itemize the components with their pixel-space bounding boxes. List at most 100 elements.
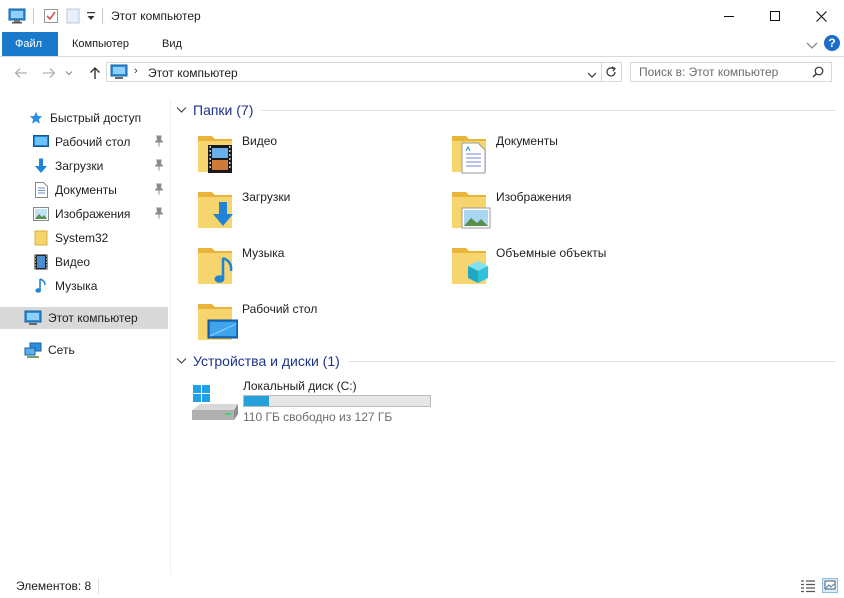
film-icon	[33, 254, 49, 270]
desktop-folder-icon	[198, 300, 239, 344]
folder-label: Документы	[496, 134, 558, 148]
divider	[102, 8, 103, 24]
desktop-icon	[33, 134, 49, 150]
nav-item-this-pc[interactable]: Этот компьютер	[0, 307, 168, 329]
download-arrow-icon	[33, 158, 49, 174]
divider	[261, 109, 836, 111]
ribbon: Файл Компьютер Вид ?	[0, 32, 844, 57]
drive-c[interactable]: Локальный диск (C:) 110 ГБ свободно из 1…	[190, 376, 440, 428]
large-icons-view-icon[interactable]	[822, 578, 838, 593]
nav-label: Быстрый доступ	[50, 111, 142, 125]
nav-item-music[interactable]: Музыка	[0, 275, 168, 297]
pin-icon[interactable]	[154, 135, 164, 150]
folder-label: Объемные объекты	[496, 246, 607, 260]
maximize-button[interactable]	[752, 0, 798, 32]
3d-objects-folder-icon	[452, 244, 492, 288]
group-title: Папки (7)	[193, 102, 254, 118]
customize-toolbar-icon[interactable]	[86, 10, 96, 25]
recent-locations-button[interactable]	[62, 64, 76, 82]
nav-label: Загрузки	[55, 159, 104, 173]
search-box[interactable]	[630, 62, 832, 82]
nav-item-desktop[interactable]: Рабочий стол	[0, 131, 168, 153]
help-icon[interactable]: ?	[824, 35, 840, 51]
computer-icon	[110, 64, 128, 83]
window-title: Этот компьютер	[111, 9, 201, 23]
nav-label: Сеть	[48, 343, 75, 357]
folder-downloads[interactable]: Загрузки	[198, 186, 448, 238]
drive-free-space: 110 ГБ свободно из 127 ГБ	[243, 410, 393, 424]
music-folder-icon	[198, 244, 238, 288]
refresh-button[interactable]	[600, 62, 622, 82]
breadcrumb[interactable]: Этот компьютер	[148, 66, 238, 80]
nav-item-network[interactable]: Сеть	[0, 339, 168, 361]
tab-file[interactable]: Файл	[2, 32, 58, 56]
nav-item-downloads[interactable]: Загрузки	[0, 155, 168, 177]
folder-desktop[interactable]: Рабочий стол	[198, 298, 448, 350]
divider	[347, 360, 836, 362]
nav-label: Изображения	[55, 207, 131, 221]
folder-label: Загрузки	[242, 190, 291, 204]
downloads-folder-icon	[198, 188, 238, 232]
nav-label: System32	[55, 231, 109, 245]
close-button[interactable]	[798, 0, 844, 32]
address-bar[interactable]: › Этот компьютер	[106, 62, 602, 82]
documents-folder-icon	[452, 132, 492, 176]
nav-label: Музыка	[55, 279, 98, 293]
nav-item-videos[interactable]: Видео	[0, 251, 168, 273]
chevron-down-icon[interactable]	[176, 106, 187, 114]
nav-item-pictures[interactable]: Изображения	[0, 203, 168, 225]
network-icon	[24, 342, 42, 358]
video-folder-icon	[198, 132, 238, 176]
devices-group-header[interactable]: Устройства и диски (1)	[176, 352, 836, 370]
tab-computer[interactable]: Компьютер	[58, 32, 143, 56]
expand-ribbon-icon[interactable]	[806, 39, 818, 53]
minimize-button[interactable]	[706, 0, 752, 32]
folder-label: Рабочий стол	[242, 302, 318, 316]
folder-label: Видео	[242, 134, 278, 148]
pin-icon[interactable]	[154, 183, 164, 198]
star-icon	[28, 110, 44, 126]
computer-icon[interactable]	[8, 8, 26, 27]
folders-group-header[interactable]: Папки (7)	[176, 101, 836, 119]
picture-icon	[33, 206, 49, 222]
music-note-icon	[33, 278, 49, 294]
pin-icon[interactable]	[154, 159, 164, 174]
computer-icon	[24, 310, 42, 326]
drive-label: Локальный диск (C:)	[243, 379, 357, 393]
folder-documents[interactable]: Документы	[452, 130, 702, 182]
drive-usage-fill	[244, 396, 269, 406]
status-bar: Элементов: 8	[0, 574, 844, 598]
folder-label: Изображения	[496, 190, 572, 204]
back-button[interactable]	[10, 64, 32, 82]
tab-view[interactable]: Вид	[148, 32, 196, 56]
up-button[interactable]	[84, 64, 106, 82]
nav-item-documents[interactable]: Документы	[0, 179, 168, 201]
navigation-pane: Быстрый доступ Рабочий стол Загрузки Док…	[0, 100, 171, 574]
folder-icon	[33, 230, 49, 246]
chevron-right-icon[interactable]: ›	[134, 65, 138, 77]
title-bar: Этот компьютер	[0, 0, 844, 32]
divider	[98, 578, 99, 594]
drive-usage-bar	[243, 395, 431, 407]
nav-label: Видео	[55, 255, 91, 269]
folder-videos[interactable]: Видео	[198, 130, 448, 182]
nav-quick-access[interactable]: Быстрый доступ	[0, 107, 168, 129]
search-icon[interactable]	[812, 66, 824, 81]
folder-pictures[interactable]: Изображения	[452, 186, 702, 238]
folder-label: Музыка	[242, 246, 285, 260]
nav-label: Документы	[55, 183, 117, 197]
forward-button[interactable]	[38, 64, 60, 82]
properties-icon[interactable]	[43, 8, 59, 27]
details-view-icon[interactable]	[800, 579, 816, 596]
chevron-down-icon[interactable]	[176, 357, 187, 365]
nav-item-system32[interactable]: System32	[0, 227, 168, 249]
document-icon	[33, 182, 49, 198]
search-input[interactable]	[631, 63, 809, 81]
folder-music[interactable]: Музыка	[198, 242, 448, 294]
nav-label: Этот компьютер	[48, 311, 138, 325]
new-folder-icon[interactable]	[66, 8, 80, 27]
pin-icon[interactable]	[154, 207, 164, 222]
chevron-down-icon[interactable]	[587, 68, 597, 82]
folder-3d-objects[interactable]: Объемные объекты	[452, 242, 702, 294]
refresh-icon	[605, 66, 616, 77]
